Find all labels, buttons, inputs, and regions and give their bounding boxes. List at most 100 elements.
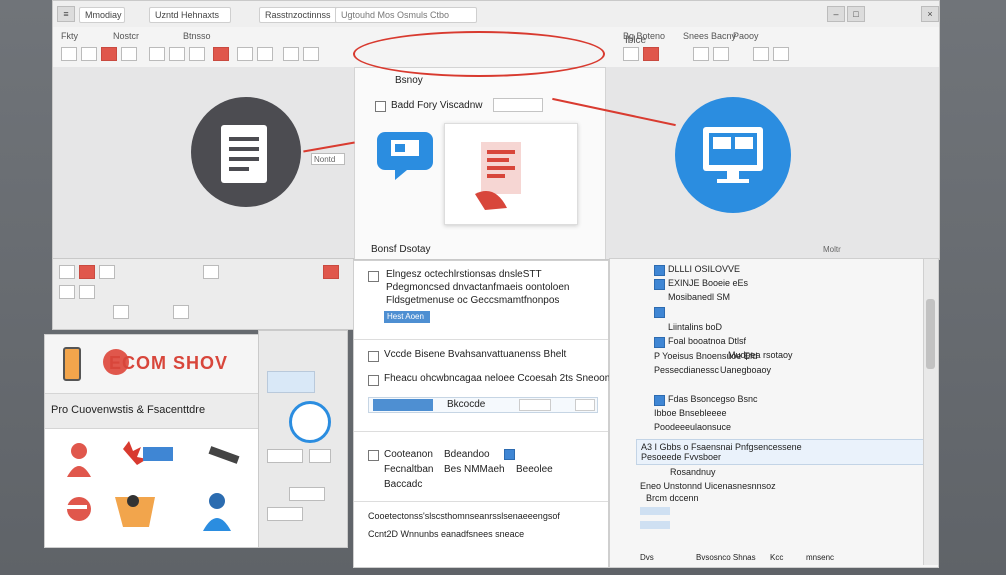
dialog-checkbox[interactable] [375, 101, 386, 112]
divider-3 [354, 501, 608, 502]
mid-ring-icon [289, 401, 331, 443]
tree-row-2[interactable]: Mosibanedl SM [668, 292, 730, 302]
app-menu-icon[interactable]: ≡ [57, 6, 75, 22]
italic-icon[interactable] [169, 47, 185, 61]
right-col-1: Uanegboaoy [720, 365, 772, 375]
card-subtitle-bar: Pro Cuovenwstis & Fsacenttdre [45, 393, 259, 429]
tree-row-0[interactable]: DLLLI OSILOVVE [668, 264, 740, 274]
field-small-input[interactable] [519, 399, 551, 411]
underline-icon[interactable] [189, 47, 205, 61]
style-icon[interactable] [623, 47, 639, 61]
tab-2[interactable]: Uzntd Hehnaxts [149, 7, 231, 23]
chip1-text: Hest Aoen [387, 312, 424, 321]
scrollbar-thumb[interactable] [926, 299, 935, 369]
tree-row-7[interactable]: Fdas Bsoncegso Bsnc [668, 394, 758, 404]
scrollbar[interactable] [923, 259, 938, 565]
text-box-icon[interactable] [773, 47, 789, 61]
tab-1[interactable]: Mmodiay [79, 7, 125, 23]
detail-header-box[interactable]: A3 I Gbbs o Fsaensnai Pnfgsencessene Pes… [636, 439, 924, 465]
mid-panel [258, 330, 348, 548]
person-red-icon [67, 443, 91, 477]
status-3: mnsenc [806, 553, 835, 562]
field-row[interactable]: Bkcocde [368, 397, 598, 413]
highlight-icon[interactable] [213, 47, 229, 61]
chart-icon[interactable] [713, 47, 729, 61]
bl-icon-9[interactable] [173, 305, 189, 319]
bold-icon[interactable] [149, 47, 165, 61]
tree-row-6[interactable]: Pessecdianessc [654, 365, 719, 375]
align-center-icon[interactable] [257, 47, 273, 61]
list-checkbox[interactable] [368, 450, 379, 461]
dialog-footer[interactable]: Bonsf Dsotay [371, 244, 430, 255]
status-0: Dvs [640, 553, 654, 562]
cut-icon[interactable] [61, 47, 77, 61]
bl-icon-6[interactable] [203, 265, 219, 279]
tree-row-9[interactable]: Poodeeeulaonsuce [654, 422, 731, 432]
minimize-icon[interactable]: – [827, 6, 845, 22]
image-icon[interactable] [283, 47, 299, 61]
blue-chip-1[interactable]: Hest Aoen [384, 311, 430, 323]
tree-icon-7 [654, 395, 665, 406]
align-left-icon[interactable] [237, 47, 253, 61]
mid-blue-box[interactable] [267, 371, 315, 393]
maximize-icon[interactable]: □ [847, 6, 865, 22]
tree-icon-3 [654, 307, 665, 318]
footer-line-2: Ccnt2D Wnnunbs eanadfsnees sneace [368, 529, 525, 539]
format-icon[interactable] [101, 47, 117, 61]
ribbon-group-5[interactable]: Snees Bacny [683, 31, 736, 41]
list-b-icon [504, 449, 515, 460]
tab-3[interactable]: Rasstnzoctinnss [259, 7, 341, 23]
tree-row-4[interactable]: Foal booatnoa Dtlsf [668, 336, 746, 346]
list-a-0: Cooteanon [384, 449, 433, 460]
bl-icon-7[interactable] [323, 265, 339, 279]
bl-icon-1[interactable] [59, 265, 75, 279]
tree-icon-4 [654, 337, 665, 348]
detail-line-2: Brcm dccenn [646, 493, 699, 503]
mid-btn-4[interactable] [267, 507, 303, 521]
field-small-btn[interactable] [575, 399, 595, 411]
bl-icon-5[interactable] [79, 285, 95, 299]
list-b-2: Beeolee [516, 464, 553, 475]
highlight-oval [353, 31, 605, 77]
main-app-window: ≡ Mmodiay Uzntd Hehnaxts Rasstnzoctinnss… [52, 0, 940, 260]
field-chip [373, 399, 433, 411]
dialog-input[interactable] [493, 98, 543, 112]
tree-row-3[interactable]: Liintalins boD [668, 322, 722, 332]
right-label-2: Moltr [823, 245, 841, 254]
bl-icon-4[interactable] [59, 285, 75, 299]
right-label-1: Iblce [625, 35, 647, 46]
ribbon-group-2[interactable]: Nostcr [113, 31, 139, 41]
right-col-0: Mudpea rsotaoy [728, 350, 793, 360]
ribbon-group-3[interactable]: Btnsso [183, 31, 211, 41]
option-checkbox-1[interactable] [368, 271, 379, 282]
tab-4[interactable]: Ugtouhd Mos Osmuls Ctbo [335, 7, 477, 23]
tree-row-1[interactable]: EXINJE Booeie eEs [668, 278, 748, 288]
bl-icon-8[interactable] [113, 305, 129, 319]
divider-1 [354, 339, 608, 340]
shopping-icon [115, 495, 155, 527]
dialog-item-1[interactable]: Bsnoy [395, 75, 423, 86]
bl-icon-2[interactable] [79, 265, 95, 279]
document-icon [221, 125, 267, 183]
mid-btn-3[interactable] [289, 487, 325, 501]
option-checkbox-3[interactable] [368, 375, 379, 386]
side-field[interactable]: Nontd [311, 153, 345, 165]
list-a-2: Baccadc [384, 479, 423, 490]
mid-btn-2[interactable] [309, 449, 331, 463]
close-icon[interactable]: × [921, 6, 939, 22]
table-icon[interactable] [303, 47, 319, 61]
option-checkbox-2[interactable] [368, 351, 379, 362]
bl-icon-3[interactable] [99, 265, 115, 279]
card-header: ECOM SHOV [45, 335, 259, 393]
color-icon[interactable] [643, 47, 659, 61]
mid-btn-1[interactable] [267, 449, 303, 463]
copy-icon[interactable] [81, 47, 97, 61]
shape-icon[interactable] [753, 47, 769, 61]
paste-icon[interactable] [121, 47, 137, 61]
layout-icon[interactable] [693, 47, 709, 61]
dialog-item-2[interactable]: Badd Fory Viscadnw [391, 100, 483, 111]
ribbon-group-1[interactable]: Fkty [61, 31, 78, 41]
product-card: ECOM SHOV Pro Cuovenwstis & Fsacenttdre [44, 334, 260, 548]
ribbon-group-6[interactable]: Paooy [733, 31, 759, 41]
tree-row-8[interactable]: Ibboe Bnsebleeee [654, 408, 727, 418]
